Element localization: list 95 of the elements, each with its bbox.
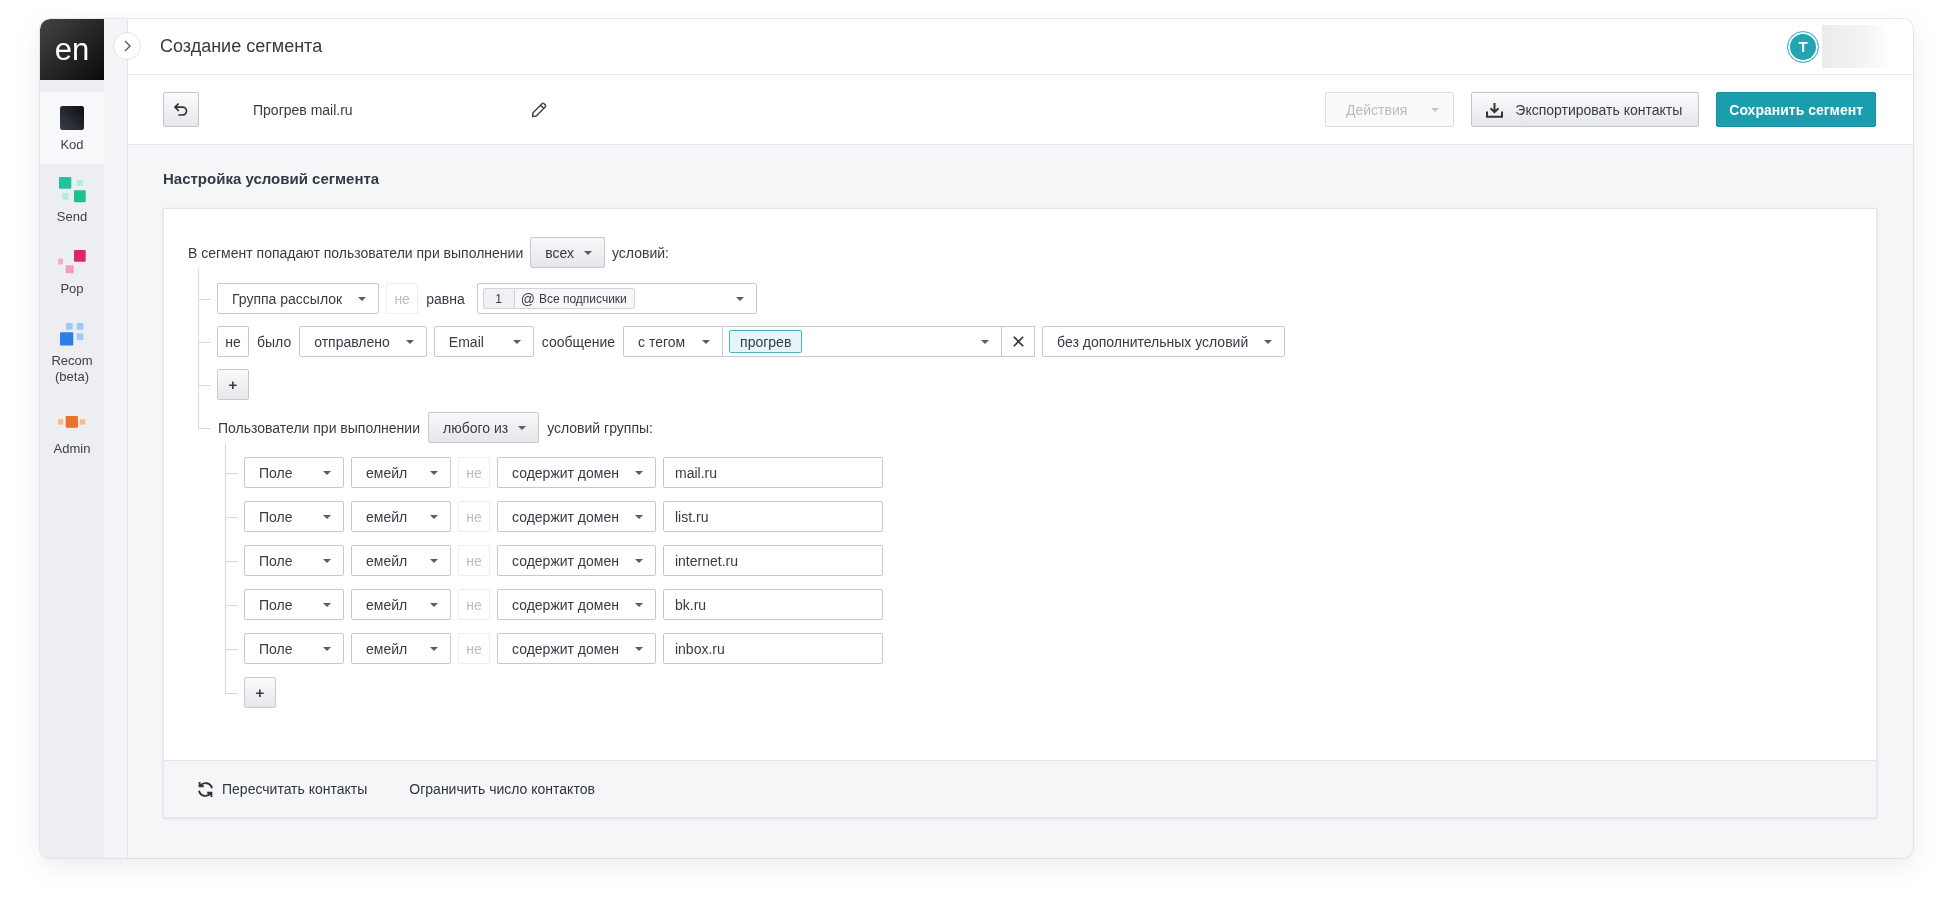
caret-icon: [323, 558, 331, 563]
caret-icon: [405, 339, 414, 344]
edit-button[interactable]: [531, 101, 548, 118]
footer-link[interactable]: Пересчитать контакты: [197, 780, 368, 798]
dropdown[interactable]: Поле: [244, 589, 344, 620]
input-field[interactable]: internet.ru: [662, 545, 883, 576]
sidebar-item[interactable]: Pop: [40, 236, 104, 308]
input-field[interactable]: list.ru: [662, 501, 883, 532]
tag-chip[interactable]: прогрев: [729, 330, 803, 353]
undo-icon: [174, 103, 188, 116]
dropdown[interactable]: содержит домен: [497, 589, 656, 620]
caret-icon: [430, 602, 438, 607]
section-title: Настройка условий сегмента: [163, 169, 381, 189]
chevron-right-icon: [123, 40, 131, 52]
condition-text: В сегмент попадают пользователи при выполнении: [187, 244, 525, 261]
tiles-icon: [60, 322, 84, 346]
multiselect-field[interactable]: 1 @ Все подписчики: [476, 283, 757, 314]
list-chip[interactable]: @ Все подписчики: [514, 288, 635, 309]
sidebar-item[interactable]: Admin: [40, 396, 104, 468]
caret-icon: [323, 470, 331, 475]
condition-text: Пользователи при выполнении: [217, 419, 421, 436]
caret-icon: [358, 296, 367, 301]
dropdown[interactable]: Поле: [244, 545, 344, 576]
caret-icon: [634, 514, 643, 519]
caret-icon: [430, 470, 438, 475]
dropdown[interactable]: Поле: [244, 457, 344, 488]
input-field[interactable]: bk.ru: [662, 589, 883, 620]
undo-button[interactable]: [163, 92, 199, 127]
footer-link[interactable]: Ограничить число контактов: [409, 781, 595, 797]
caret-icon: [634, 646, 643, 651]
add-condition-button[interactable]: +: [217, 369, 249, 400]
caret-icon: [634, 602, 643, 607]
tiles-icon: [58, 250, 86, 274]
close-icon: [1012, 336, 1024, 347]
caret-icon: [981, 339, 990, 344]
dropdown[interactable]: без дополнительных условий: [1042, 326, 1286, 357]
dropdown[interactable]: отправлено: [299, 326, 427, 357]
dropdown[interactable]: емейл: [351, 457, 451, 488]
caret-icon: [1264, 339, 1273, 344]
download-icon: [1486, 101, 1504, 118]
caret-icon: [323, 514, 331, 519]
count-badge: 1: [482, 288, 515, 309]
mode-dropdown[interactable]: любого из: [427, 412, 540, 443]
dropdown[interactable]: с тегом: [623, 326, 724, 357]
dropdown[interactable]: Поле: [244, 633, 344, 664]
dropdown[interactable]: содержит домен: [497, 633, 656, 664]
dropdown[interactable]: Группа рассылок: [217, 283, 380, 314]
caret-icon: [735, 296, 744, 301]
negation-toggle[interactable]: не: [217, 326, 249, 357]
dropdown[interactable]: содержит домен: [497, 545, 656, 576]
sidebar-item[interactable]: Recom (beta): [40, 308, 104, 396]
caret-icon: [430, 514, 438, 519]
at-sign-icon: @: [520, 291, 535, 306]
caret-icon: [518, 425, 527, 430]
page-title: Создание сегмента: [160, 36, 324, 57]
add-condition-button[interactable]: +: [244, 677, 276, 708]
caret-icon: [430, 646, 438, 651]
input-field[interactable]: inbox.ru: [662, 633, 883, 664]
caret-icon: [702, 339, 711, 344]
logo: en: [40, 19, 104, 80]
sidebar-item[interactable]: Kod: [40, 92, 104, 164]
pencil-icon: [531, 101, 548, 118]
caret-icon: [634, 558, 643, 563]
dropdown[interactable]: содержит домен: [497, 501, 656, 532]
tiles-icon: [58, 177, 86, 203]
mode-dropdown[interactable]: всех: [530, 237, 605, 268]
dropdown[interactable]: емейл: [351, 589, 451, 620]
export-button[interactable]: Экспортировать контакты: [1471, 92, 1700, 127]
condition-text: условий группы:: [546, 419, 654, 436]
clear-button[interactable]: [1002, 326, 1036, 357]
dropdown[interactable]: содержит домен: [497, 457, 656, 488]
refresh-icon: [197, 780, 214, 798]
segment-name: Прогрев mail.ru: [253, 101, 354, 118]
caret-icon: [584, 250, 592, 255]
tag-field[interactable]: прогрев: [723, 326, 1003, 357]
caret-icon: [634, 470, 643, 475]
dropdown[interactable]: Email: [433, 326, 534, 357]
sidebar-item[interactable]: Send: [40, 164, 104, 236]
tiles-icon: [58, 416, 86, 428]
square-icon: [60, 106, 84, 130]
condition-text: условий:: [611, 244, 670, 261]
caret-icon: [323, 646, 331, 651]
caret-icon: [323, 602, 331, 607]
dropdown[interactable]: емейл: [351, 545, 451, 576]
condition-text: равна: [425, 290, 466, 307]
dropdown[interactable]: емейл: [351, 501, 451, 532]
dropdown[interactable]: Поле: [244, 501, 344, 532]
caret-icon: [512, 339, 521, 344]
caret-icon: [1431, 107, 1440, 112]
condition-text: было: [256, 333, 293, 350]
input-field[interactable]: mail.ru: [662, 457, 883, 488]
dropdown[interactable]: емейл: [351, 633, 451, 664]
list-name: Все подписчики: [538, 291, 627, 306]
condition-text: сообщение: [540, 333, 617, 350]
caret-icon: [430, 558, 438, 563]
